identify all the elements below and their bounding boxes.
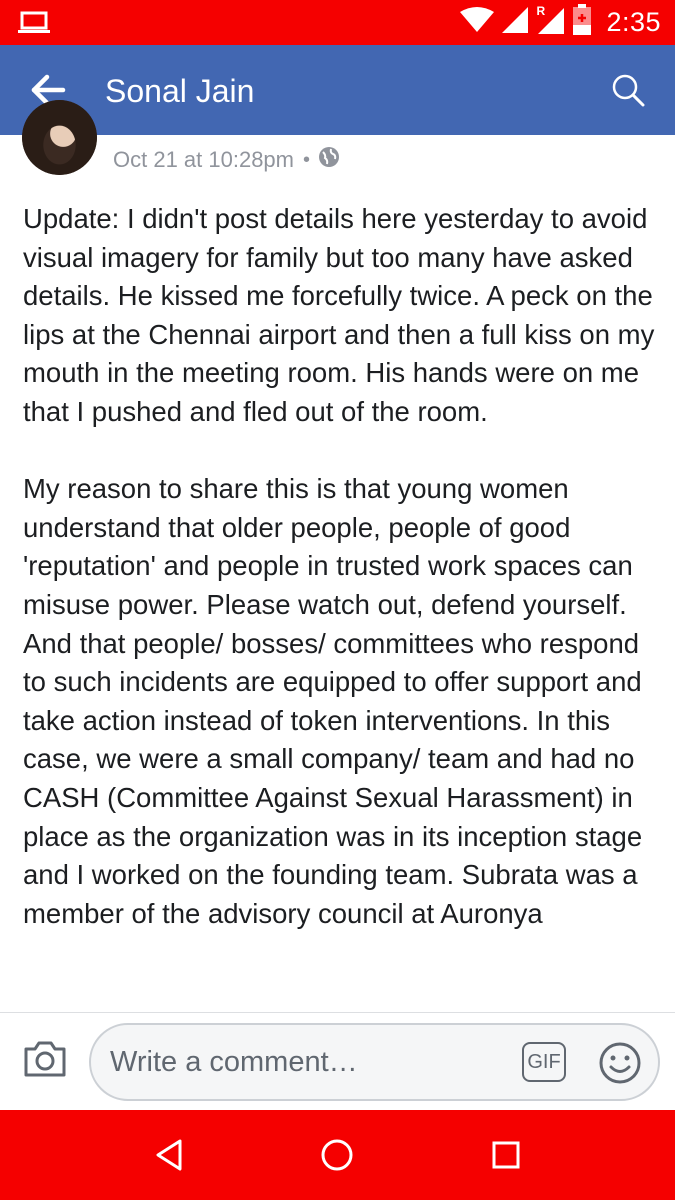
roaming-signal-icon: R <box>536 4 565 39</box>
camera-button[interactable] <box>22 1039 68 1079</box>
laptop-icon <box>18 11 50 40</box>
gif-button[interactable]: GIF <box>522 1042 566 1082</box>
app-bar: Sonal Jain <box>0 45 675 135</box>
camera-icon <box>22 1041 68 1083</box>
smiley-icon <box>598 1042 642 1089</box>
post-header: Oct 21 at 10:28pm • <box>0 100 675 185</box>
home-circle-icon <box>317 1139 357 1179</box>
post-text: Update: I didn't post details here yeste… <box>23 200 663 933</box>
avatar[interactable] <box>22 100 97 175</box>
comment-input[interactable]: Write a comment… GIF <box>89 1023 660 1101</box>
post-paragraph: My reason to share this is that young wo… <box>23 473 643 929</box>
comment-placeholder: Write a comment… <box>110 1046 358 1078</box>
back-triangle-icon <box>150 1139 190 1179</box>
system-nav-bar <box>0 1110 675 1200</box>
meta-separator: • <box>303 148 311 171</box>
emoji-button[interactable] <box>598 1041 642 1085</box>
status-bar: R 2:35 <box>0 0 675 45</box>
clock: 2:35 <box>606 7 661 37</box>
recents-square-icon <box>486 1141 526 1179</box>
post-timestamp[interactable]: Oct 21 at 10:28pm <box>113 147 294 173</box>
globe-icon <box>318 146 340 174</box>
comment-bar: Write a comment… GIF <box>0 1012 675 1111</box>
battery-charging-icon <box>572 4 592 41</box>
signal-icon <box>502 7 529 38</box>
search-button[interactable] <box>611 73 647 109</box>
nav-recents-button[interactable] <box>486 1135 526 1175</box>
page-title: Sonal Jain <box>105 73 255 109</box>
post-meta: Oct 21 at 10:28pm • <box>113 146 340 174</box>
nav-back-button[interactable] <box>150 1135 190 1175</box>
search-icon <box>611 74 645 111</box>
wifi-icon <box>460 7 495 38</box>
post-paragraph: Update: I didn't post details here yeste… <box>23 203 655 427</box>
roaming-marker: R <box>536 4 546 18</box>
nav-home-button[interactable] <box>317 1135 357 1175</box>
